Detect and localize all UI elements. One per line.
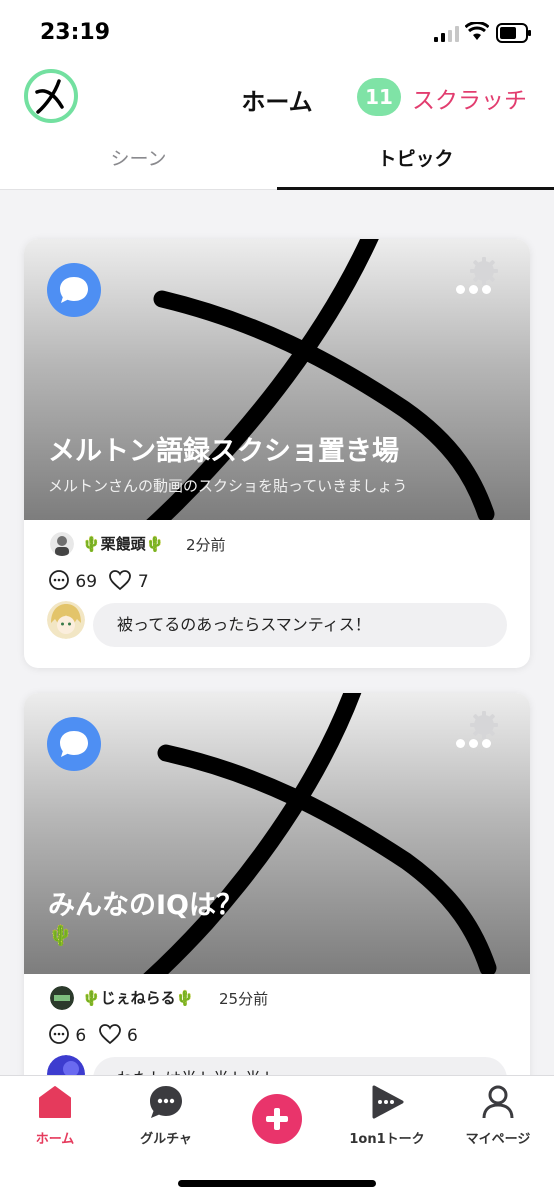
topic-card[interactable]: メルトン語録スクショ置き場 メルトンさんの動画のスクショを貼っていきましょう 🌵… — [24, 239, 530, 668]
commenter-avatar[interactable] — [47, 601, 85, 639]
profile-icon — [482, 1085, 514, 1119]
topic-subtitle: 🌵 — [48, 923, 73, 947]
gear-icon[interactable] — [470, 257, 498, 285]
topic-title: メルトン語録スクショ置き場 — [48, 436, 399, 467]
nav-my-page[interactable]: マイページ — [443, 1084, 553, 1147]
status-bar: 23:19 — [0, 0, 554, 64]
topic-hero: みんなのIQは？ 🌵 — [24, 693, 530, 974]
nav-my-page-label: マイページ — [465, 1132, 531, 1147]
comment-count: 69 — [75, 572, 98, 592]
chat-bubble-icon — [47, 717, 101, 771]
topic-meta: 🌵栗饅頭🌵 2分前 — [24, 528, 530, 560]
tab-scene[interactable]: シーン — [0, 144, 277, 171]
heart-icon[interactable] — [108, 569, 132, 591]
topic-title: みんなのIQは？ — [48, 890, 243, 921]
top-header: ホーム 11人 スクラッチ — [0, 64, 554, 147]
nav-group-chat-label: グルチャ — [140, 1132, 192, 1147]
tab-topic[interactable]: トピック — [277, 144, 554, 171]
app-screen: 23:19 ホーム 11人 スクラッチ シー — [0, 0, 554, 1200]
nav-home[interactable]: ホーム — [0, 1084, 110, 1147]
comment-count: 6 — [75, 1026, 87, 1046]
like-count: 6 — [127, 1026, 138, 1046]
nav-one-on-one[interactable]: 1on1トーク — [332, 1084, 442, 1147]
bottom-navigation: ホーム グルチャ 1on1トーク マイページ — [0, 1075, 554, 1200]
author-avatar[interactable] — [50, 986, 74, 1010]
home-indicator[interactable] — [178, 1180, 376, 1187]
battery-icon — [496, 23, 531, 43]
create-post-button[interactable] — [252, 1094, 302, 1144]
topic-stats: 69 7 — [48, 569, 155, 593]
post-time: 25分前 — [219, 990, 269, 1008]
topic-meta: 🌵じぇねらる🌵 25分前 — [24, 982, 530, 1014]
author-name[interactable]: 🌵じぇねらる🌵 — [82, 987, 194, 1008]
scratch-button[interactable]: スクラッチ — [412, 81, 527, 115]
gear-icon[interactable] — [470, 711, 498, 739]
wifi-icon — [465, 22, 489, 40]
heart-icon[interactable] — [98, 1023, 122, 1045]
group-chat-icon — [150, 1086, 182, 1118]
topic-subtitle: メルトンさんの動画のスクショを貼っていきましょう — [48, 477, 408, 495]
latest-comment[interactable]: 被ってるのあったらスマンティス！ — [93, 603, 507, 647]
comment-count-icon — [49, 1024, 69, 1044]
one-on-one-icon — [372, 1085, 404, 1119]
plus-icon — [266, 1108, 288, 1130]
post-time: 2分前 — [186, 536, 226, 554]
cellular-signal-icon — [434, 26, 459, 42]
tab-bar: シーン トピック — [0, 130, 554, 190]
active-tab-indicator — [277, 187, 554, 190]
author-avatar[interactable] — [50, 532, 74, 556]
home-icon — [39, 1086, 71, 1118]
like-count: 7 — [137, 572, 149, 592]
topic-hero: メルトン語録スクショ置き場 メルトンさんの動画のスクショを貼っていきましょう — [24, 239, 530, 520]
topic-stats: 6 6 — [48, 1023, 144, 1047]
nav-group-chat[interactable]: グルチャ — [111, 1084, 221, 1147]
chat-bubble-icon — [47, 263, 101, 317]
nav-home-label: ホーム — [35, 1132, 75, 1147]
online-count-badge[interactable]: 11人 — [357, 78, 401, 147]
topic-card[interactable]: みんなのIQは？ 🌵 🌵じぇねらる🌵 25分前 6 6 — [24, 693, 530, 1093]
author-name[interactable]: 🌵栗饅頭🌵 — [82, 533, 164, 554]
status-time: 23:19 — [40, 20, 111, 45]
comment-count-icon — [49, 570, 69, 590]
nav-one-on-one-label: 1on1トーク — [349, 1132, 425, 1147]
